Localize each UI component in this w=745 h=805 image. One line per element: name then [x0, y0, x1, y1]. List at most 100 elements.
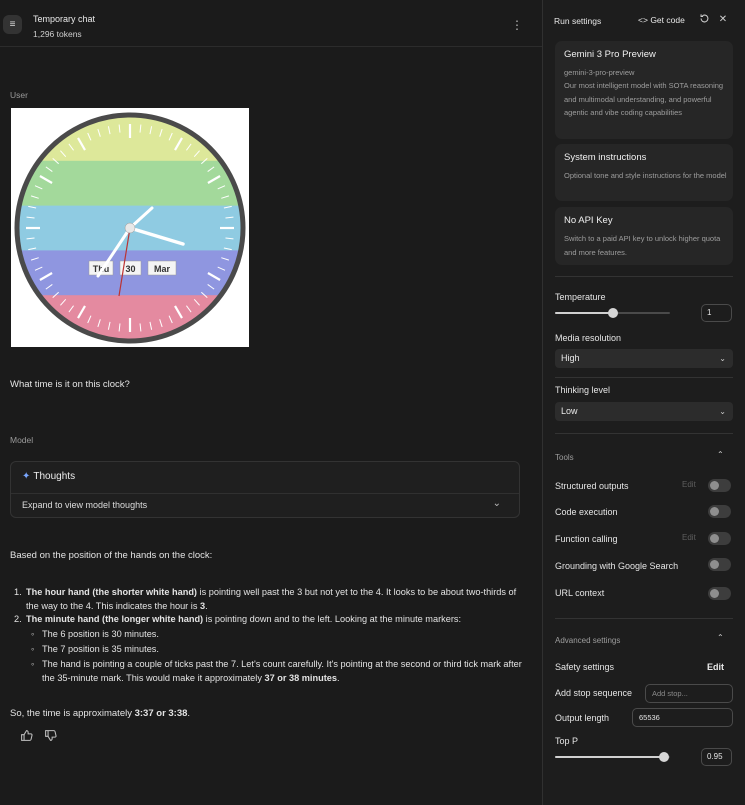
top-p-slider[interactable] — [555, 752, 670, 762]
list-item: 2. The minute hand (the longer white hand… — [14, 613, 526, 685]
top-p-slider-fill — [555, 756, 665, 758]
structured-outputs-edit[interactable]: Edit — [682, 480, 696, 489]
divider — [555, 618, 733, 619]
thinking-level-label: Thinking level — [555, 385, 611, 395]
chat-title: Temporary chat — [33, 14, 96, 24]
more-options-icon[interactable]: ⋮ — [511, 17, 523, 33]
system-instructions-title: System instructions — [564, 152, 647, 163]
chevron-up-icon[interactable]: ⌃ — [717, 633, 724, 642]
expand-thoughts-link[interactable]: Expand to view model thoughts — [22, 500, 147, 510]
conclusion-suffix: . — [187, 708, 191, 719]
sub-list: The 6 position is 30 minutes. The 7 posi… — [31, 628, 526, 685]
temperature-label: Temperature — [555, 292, 606, 302]
reset-icon[interactable] — [697, 13, 711, 27]
model-name: Gemini 3 Pro Preview — [564, 49, 656, 60]
api-key-description: Switch to a paid API key to unlock highe… — [564, 234, 721, 257]
stop-sequence-input[interactable]: Add stop... — [645, 684, 733, 703]
date-month: Mar — [154, 264, 171, 274]
token-count: 1,296 tokens — [33, 29, 82, 39]
model-description: Our most intelligent model with SOTA rea… — [564, 81, 724, 117]
thumbs-up-icon[interactable] — [19, 729, 33, 743]
api-key-card[interactable]: No API Key Switch to a paid API key to u… — [555, 207, 733, 265]
function-calling-toggle[interactable] — [708, 532, 731, 545]
thoughts-divider — [11, 493, 519, 494]
safety-settings-edit-button[interactable]: Edit — [707, 662, 724, 672]
google-search-label: Grounding with Google Search — [555, 561, 679, 571]
structured-outputs-label: Structured outputs — [555, 481, 629, 491]
temperature-slider[interactable] — [555, 308, 670, 318]
divider — [555, 276, 733, 277]
url-context-toggle[interactable] — [708, 587, 731, 600]
sub-list-item: The 7 position is 35 minutes. — [31, 643, 526, 657]
system-instructions-card[interactable]: System instructions Optional tone and st… — [555, 144, 733, 201]
model-role-label: Model — [10, 435, 34, 445]
temperature-slider-fill — [555, 312, 613, 314]
chevron-down-icon: ⌄ — [719, 407, 726, 416]
top-p-input[interactable]: 0.95 — [701, 748, 732, 766]
url-context-label: URL context — [555, 588, 605, 598]
divider — [555, 433, 733, 434]
thinking-level-select[interactable]: Low ⌄ — [555, 402, 733, 421]
top-p-slider-handle[interactable] — [659, 752, 670, 762]
output-length-input[interactable]: 65536 — [632, 708, 733, 727]
list-item-end: . — [205, 600, 208, 611]
list-number: 1. — [14, 587, 22, 597]
list-item-text: is pointing down and to the left. Lookin… — [203, 614, 462, 624]
output-length-label: Output length — [555, 713, 610, 723]
code-execution-toggle[interactable] — [708, 505, 731, 518]
google-search-toggle[interactable] — [708, 558, 731, 571]
answer-conclusion: So, the time is approximately 3:37 or 3:… — [10, 708, 190, 719]
sparkle-icon: ✦ — [22, 471, 31, 482]
date-number: 30 — [125, 264, 135, 274]
chevron-up-icon[interactable]: ⌃ — [717, 450, 724, 459]
structured-outputs-toggle[interactable] — [708, 479, 731, 492]
thoughts-header: ✦ Thoughts — [22, 471, 75, 482]
user-message: What time is it on this clock? — [10, 379, 130, 390]
temperature-input[interactable]: 1 — [701, 304, 732, 322]
api-key-title: No API Key — [564, 215, 613, 226]
code-execution-label: Code execution — [555, 507, 618, 517]
get-code-label: Get code — [650, 15, 685, 25]
stop-sequence-label: Add stop sequence — [555, 688, 633, 698]
function-calling-edit[interactable]: Edit — [682, 533, 696, 542]
list-item-bold: The minute hand (the longer white hand) — [26, 614, 204, 624]
answer-list: 1. The hour hand (the shorter white hand)… — [14, 586, 526, 685]
panel-title: Run settings — [554, 16, 602, 26]
thoughts-title: Thoughts — [33, 471, 76, 482]
thumbs-down-icon[interactable] — [43, 729, 57, 743]
run-settings-panel: Run settings <> Get code ✕ Gemini 3 Pro … — [542, 0, 745, 805]
list-number: 2. — [14, 614, 22, 624]
chevron-down-icon: ⌄ — [719, 354, 726, 363]
thoughts-panel[interactable]: ✦ Thoughts Expand to view model thoughts … — [10, 461, 520, 518]
top-p-label: Top P — [555, 736, 579, 746]
system-instructions-description: Optional tone and style instructions for… — [564, 171, 727, 180]
media-resolution-select[interactable]: High ⌄ — [555, 349, 733, 368]
clock-center — [124, 222, 136, 234]
sub-list-item: The hand is pointing a couple of ticks p… — [31, 658, 526, 685]
chevron-down-icon[interactable]: ⌄ — [493, 498, 501, 509]
user-role-label: User — [10, 90, 28, 100]
chat-header: ≡ Temporary chat 1,296 tokens ⋮ — [0, 0, 542, 47]
close-icon[interactable]: ✕ — [716, 13, 730, 27]
sub-list-bold: 37 or 38 minutes — [264, 672, 337, 683]
temperature-slider-handle[interactable] — [607, 308, 618, 318]
conclusion-prefix: So, the time is approximately — [10, 708, 135, 719]
list-item-bold: The hour hand (the shorter white hand) — [26, 587, 197, 597]
menu-toggle-icon[interactable]: ≡ — [3, 15, 22, 34]
get-code-button[interactable]: <> Get code — [638, 15, 685, 25]
answer-intro: Based on the position of the hands on th… — [10, 550, 213, 561]
function-calling-label: Function calling — [555, 534, 618, 544]
tools-section-title: Tools — [555, 453, 574, 462]
media-resolution-label: Media resolution — [555, 333, 622, 343]
advanced-settings-title: Advanced settings — [555, 636, 621, 645]
conclusion-time: 3:37 or 3:38 — [134, 708, 188, 719]
safety-settings-label: Safety settings — [555, 662, 615, 672]
model-id: gemini-3-pro-preview — [564, 68, 635, 77]
clock-image: Thu 30 Mar — [11, 108, 249, 347]
divider — [555, 377, 733, 378]
sub-list-end: . — [336, 672, 340, 683]
sub-list-item: The 6 position is 30 minutes. — [31, 628, 526, 642]
clock-illustration: Thu 30 Mar — [14, 112, 246, 344]
model-selector-card[interactable]: Gemini 3 Pro Preview gemini-3-pro-previe… — [555, 41, 733, 139]
thinking-level-value: Low — [561, 406, 578, 416]
